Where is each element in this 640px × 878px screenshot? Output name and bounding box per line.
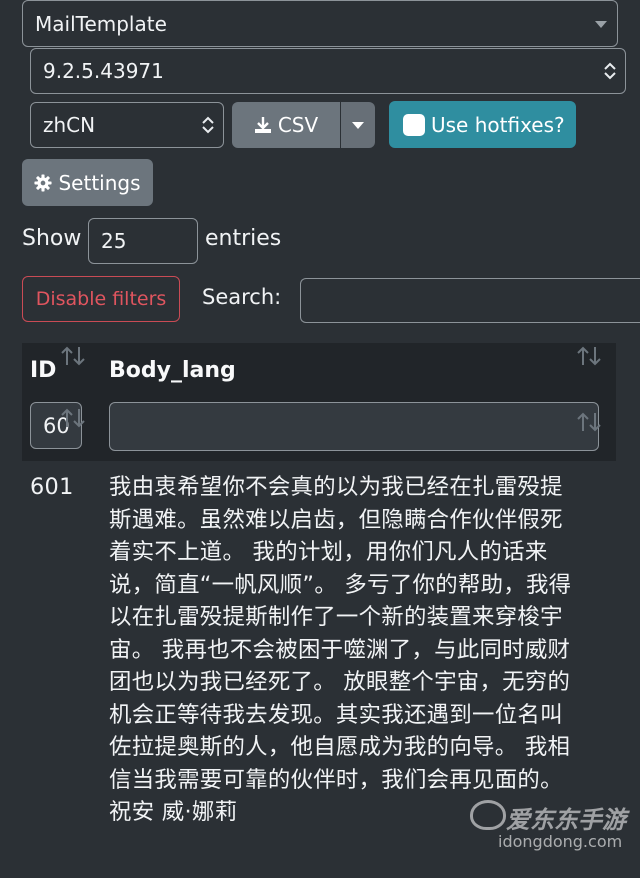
- sort-icon: [577, 412, 601, 432]
- body-line: 以在扎雷殁提斯制作了一个新的装置来穿梭宇: [109, 604, 563, 630]
- download-icon: [254, 117, 271, 133]
- body-line: 团也以为我已经死了。 放眼整个宇宙，无穷的: [109, 669, 571, 695]
- template-select-value: MailTemplate: [35, 11, 167, 36]
- version-select-value: 9.2.5.43971: [43, 59, 164, 83]
- caret-down-icon: [352, 121, 364, 129]
- locale-select[interactable]: zhCN: [30, 102, 224, 148]
- table-header: ID Body_lang 60: [22, 343, 616, 461]
- body-line: 斯遇难。虽然难以启齿，但隐瞒合作伙伴假死: [109, 506, 563, 533]
- column-header-id[interactable]: ID: [30, 358, 56, 383]
- body-line: 机会正等待我去发现。其实我还遇到一位名叫: [109, 701, 563, 728]
- page-length-input[interactable]: 25: [88, 218, 198, 264]
- disable-filters-button[interactable]: Disable filters: [22, 276, 180, 322]
- column-header-body-lang[interactable]: Body_lang: [109, 358, 236, 383]
- body-line: 着实不上道。 我的计划，用你们凡人的话来: [109, 539, 548, 565]
- body-line: 信当我需要可靠的伙伴时，我们会再见面的。: [109, 766, 563, 793]
- row-body-cell: 我由衷希望你不会真的以为我已经在扎雷殁提 斯遇难。虽然难以启齿，但隐瞒合作伙伴假…: [109, 471, 616, 829]
- sort-updown-icon: [202, 116, 214, 134]
- sort-icon: [61, 408, 85, 428]
- body-line: 宙。 我再也不会被困于噬渊了，与此同时威财: [109, 636, 571, 663]
- sort-icon[interactable]: [576, 345, 602, 367]
- csv-dropdown-toggle[interactable]: [341, 102, 375, 148]
- csv-download-button[interactable]: CSV: [232, 102, 340, 148]
- settings-button[interactable]: Settings: [22, 159, 153, 206]
- watermark: 爱东东手游 idongdong.com: [470, 796, 635, 856]
- watermark-brand: 爱东东手游: [506, 806, 626, 834]
- filter-body-input[interactable]: [109, 402, 599, 451]
- sort-icon[interactable]: [60, 345, 86, 367]
- sort-updown-icon: [604, 62, 616, 80]
- locale-select-value: zhCN: [43, 113, 96, 137]
- entries-label: entries: [205, 226, 282, 251]
- body-line: 佐拉提奥斯的人，他自愿成为我的向导。 我相: [109, 734, 571, 760]
- use-hotfixes-toggle[interactable]: Use hotfixes?: [389, 101, 576, 148]
- version-select[interactable]: 9.2.5.43971: [30, 48, 626, 94]
- watermark-url: idongdong.com: [498, 832, 623, 851]
- gear-icon: [34, 173, 53, 192]
- body-line: 说，简直“一帆风顺”。 多亏了你的帮助，我得: [109, 571, 572, 598]
- show-label: Show: [22, 226, 82, 251]
- hotfixes-checkbox[interactable]: [403, 113, 425, 136]
- chevron-down-icon: [595, 20, 607, 28]
- hotfixes-label: Use hotfixes?: [431, 112, 565, 137]
- csv-label: CSV: [277, 113, 319, 137]
- template-select[interactable]: MailTemplate: [22, 0, 618, 47]
- row-id-cell: 601: [30, 474, 74, 500]
- body-line: 我由衷希望你不会真的以为我已经在扎雷殁提: [109, 474, 563, 500]
- watermark-logo-icon: [470, 800, 506, 830]
- page-length-value: 25: [101, 229, 127, 253]
- settings-label: Settings: [58, 170, 141, 195]
- search-input[interactable]: [300, 278, 640, 323]
- search-label: Search:: [202, 285, 282, 309]
